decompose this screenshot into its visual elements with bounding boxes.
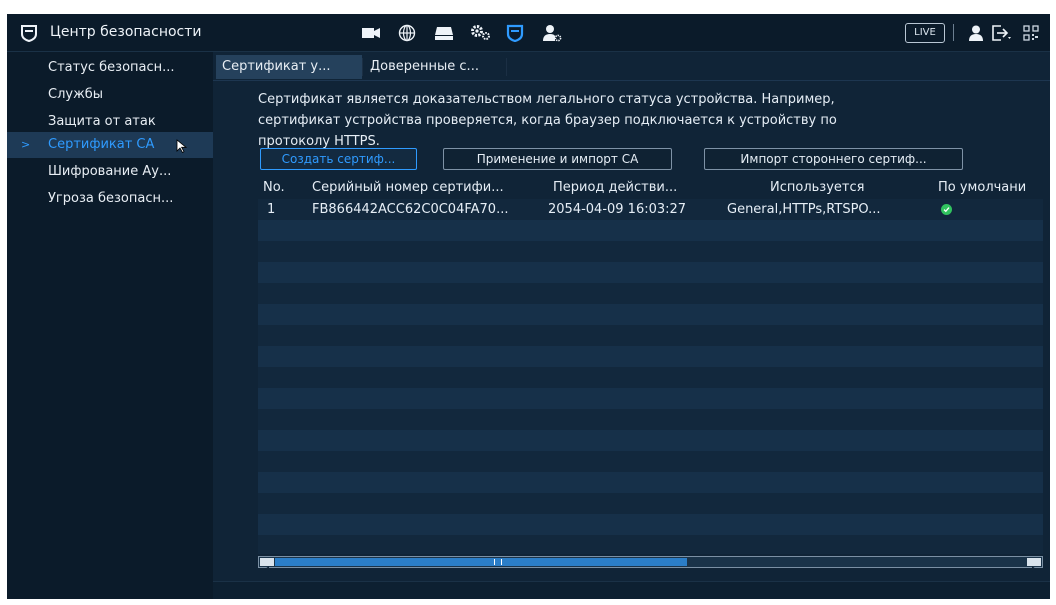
- storage-icon[interactable]: [433, 23, 455, 43]
- table-row-empty: [258, 262, 1043, 283]
- logout-icon[interactable]: [991, 23, 1013, 43]
- apply-import-ca-button[interactable]: Применение и импорт CA: [443, 148, 672, 170]
- tab-underline: [213, 80, 1050, 81]
- sidebar-item-label: Защита от атак: [48, 114, 156, 129]
- sidebar-item-label: Статус безопасн...: [48, 60, 175, 75]
- topbar-divider: [953, 24, 954, 41]
- sidebar-item-label: Шифрование Ау...: [48, 164, 172, 179]
- table-row-empty: [258, 451, 1043, 472]
- sidebar-item-services[interactable]: Службы: [7, 82, 213, 108]
- tab-divider: [506, 58, 507, 76]
- table-row-empty: [258, 472, 1043, 493]
- cell-no: 1: [267, 202, 276, 217]
- table-row-empty: [258, 283, 1043, 304]
- create-certificate-button[interactable]: Создать сертиф...: [260, 148, 417, 170]
- table-row-empty: [258, 325, 1043, 346]
- tab-device-certificate[interactable]: Сертификат у...: [216, 55, 362, 79]
- tab-label: Доверенные с...: [370, 59, 479, 74]
- check-circle-icon: [941, 204, 952, 215]
- description-line: сертификат устройства проверяется, когда…: [258, 113, 837, 128]
- table-row[interactable]: 1 FB866442ACC62C0C04FA70... 2054-04-09 1…: [258, 199, 1043, 220]
- tab-label: Сертификат у...: [222, 59, 331, 74]
- certificate-table: No. Серийный номер сертифи... Период дей…: [258, 177, 1043, 554]
- tab-trusted-certificates[interactable]: Доверенные с...: [364, 55, 506, 79]
- table-row-empty: [258, 535, 1043, 554]
- table-row-empty: [258, 367, 1043, 388]
- sidebar-item-ca-certificate[interactable]: > Сертификат CA: [7, 132, 213, 158]
- table-row-empty: [258, 241, 1043, 262]
- certificate-description: Сертификат является доказательством лега…: [258, 89, 1018, 152]
- top-bar: Центр безопасности LIVE: [7, 14, 1050, 52]
- qr-code-icon[interactable]: [1020, 23, 1042, 43]
- table-row-empty: [258, 220, 1043, 241]
- table-row-empty: [258, 304, 1043, 325]
- sidebar-item-security-status[interactable]: Статус безопасн...: [7, 55, 213, 81]
- tab-divider: [362, 58, 363, 76]
- table-row-empty: [258, 430, 1043, 451]
- column-header-used[interactable]: Используется: [770, 177, 864, 199]
- table-row-empty: [258, 493, 1043, 514]
- account-settings-icon[interactable]: [541, 23, 563, 43]
- column-header-serial[interactable]: Серийный номер сертифи...: [312, 177, 504, 199]
- sidebar-item-audio-encryption[interactable]: Шифрование Ау...: [7, 159, 213, 185]
- main-panel: Сертификат у... Доверенные с... Сертифик…: [213, 52, 1050, 599]
- table-row-empty: [258, 346, 1043, 367]
- settings-icon[interactable]: [470, 23, 492, 43]
- cell-period: 2054-04-09 16:03:27: [548, 202, 687, 217]
- user-icon[interactable]: [965, 23, 987, 43]
- app-title: Центр безопасности: [50, 24, 202, 40]
- cell-serial: FB866442ACC62C0C04FA70...: [312, 202, 509, 217]
- cell-used: General,HTTPs,RTSPO...: [727, 202, 881, 217]
- camera-icon[interactable]: [360, 23, 382, 43]
- sidebar: Статус безопасн... Службы Защита от атак…: [7, 52, 213, 599]
- security-shield-icon[interactable]: [504, 23, 526, 43]
- globe-icon[interactable]: [396, 23, 418, 43]
- table-row-empty: [258, 514, 1043, 535]
- description-line: Сертификат является доказательством лега…: [258, 92, 835, 107]
- scrollbar-grip-icon: [494, 559, 502, 565]
- chevron-right-icon: >: [21, 138, 31, 151]
- import-third-party-certificate-button[interactable]: Импорт стороннего сертиф...: [704, 148, 963, 170]
- column-header-no[interactable]: No.: [263, 177, 285, 199]
- shield-logo-icon: [20, 24, 38, 43]
- sidebar-item-label: Сертификат CA: [48, 137, 155, 152]
- scrollbar-thumb[interactable]: [275, 558, 687, 566]
- sidebar-item-security-threat[interactable]: Угроза безопасн...: [7, 186, 213, 212]
- horizontal-scrollbar[interactable]: [258, 556, 1043, 572]
- bottom-status-band: [213, 581, 1050, 599]
- table-row-empty: [258, 409, 1043, 430]
- table-header: No. Серийный номер сертифи... Период дей…: [258, 177, 1043, 199]
- scroll-left-arrow-icon[interactable]: [260, 558, 274, 572]
- table-row-empty: [258, 388, 1043, 409]
- column-header-period[interactable]: Период действи...: [553, 177, 677, 199]
- sidebar-item-label: Службы: [48, 87, 104, 102]
- sidebar-item-label: Угроза безопасн...: [48, 191, 174, 206]
- column-header-default[interactable]: По умолчани: [938, 177, 1026, 199]
- app-window: Центр безопасности LIVE Статус безопасн.…: [7, 14, 1050, 599]
- live-button[interactable]: LIVE: [905, 23, 945, 43]
- scroll-right-arrow-icon[interactable]: [1027, 558, 1041, 572]
